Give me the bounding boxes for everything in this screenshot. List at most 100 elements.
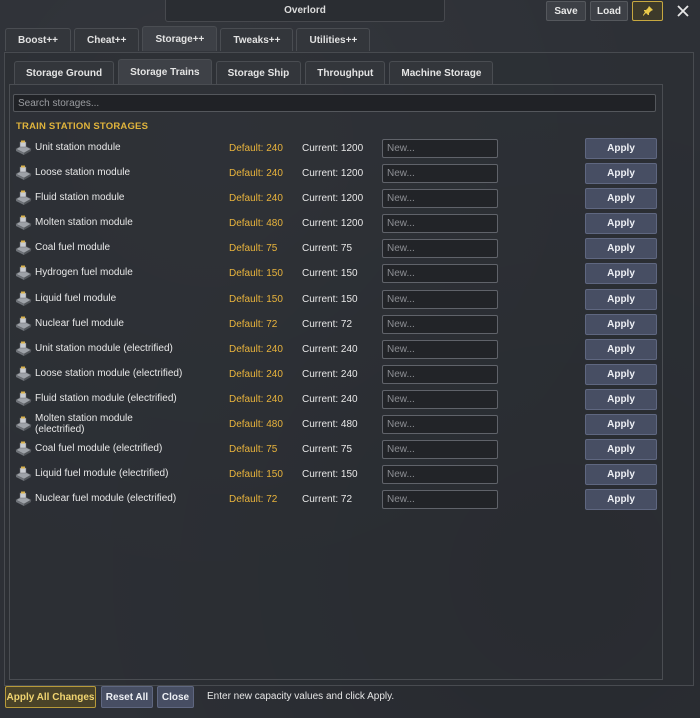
apply-button[interactable]: Apply (585, 163, 657, 185)
tab-cheat[interactable]: Cheat++ (74, 28, 140, 51)
storage-name: Nuclear fuel module (electrified) (35, 493, 177, 505)
default-value: Default: 150 (229, 293, 283, 305)
storage-module-icon (15, 366, 32, 382)
storage-name: Loose station module (electrified) (35, 367, 183, 379)
sub-tabs: Storage Ground Storage Trains Storage Sh… (14, 59, 494, 84)
current-value: Current: 150 (302, 469, 358, 481)
apply-button[interactable]: Apply (585, 338, 657, 360)
current-value: Current: 75 (302, 243, 353, 255)
pin-icon (642, 6, 653, 16)
apply-button[interactable]: Apply (585, 263, 657, 285)
apply-button[interactable]: Apply (585, 489, 657, 511)
apply-button[interactable]: Apply (585, 288, 657, 310)
storage-name: Unit station module (35, 142, 121, 153)
table-row: Fluid station module Default: 240 Current:… (13, 186, 659, 211)
reset-all-button[interactable]: Reset All (101, 686, 153, 708)
new-capacity-input[interactable] (382, 415, 498, 435)
new-capacity-input[interactable] (382, 239, 498, 259)
storage-module-icon (15, 165, 32, 181)
tab-storage-ship[interactable]: Storage Ship (215, 61, 302, 84)
current-value: Current: 480 (302, 419, 358, 431)
table-row: Hydrogen fuel module Default: 150 Current:… (13, 261, 659, 286)
apply-button[interactable]: Apply (585, 313, 657, 335)
new-capacity-input[interactable] (382, 364, 498, 384)
apply-button[interactable]: Apply (585, 439, 657, 461)
default-value: Default: 240 (229, 193, 283, 205)
table-row: Coal fuel module (electrified) Default: 7… (13, 437, 659, 462)
current-value: Current: 75 (302, 444, 353, 456)
save-button[interactable]: Save (546, 1, 586, 21)
default-value: Default: 72 (229, 318, 278, 330)
tab-throughput[interactable]: Throughput (305, 61, 386, 84)
storage-module-icon (15, 491, 32, 507)
search-input[interactable] (13, 94, 656, 112)
current-value: Current: 240 (302, 343, 358, 355)
new-capacity-input[interactable] (382, 289, 498, 309)
storage-module-icon (15, 215, 32, 231)
close-button[interactable]: Close (157, 686, 194, 708)
apply-all-button[interactable]: Apply All Changes (5, 686, 96, 708)
tab-tweaks[interactable]: Tweaks++ (220, 28, 294, 51)
current-value: Current: 150 (302, 293, 358, 305)
table-row: Molten station module (electrified) Defau… (13, 412, 659, 437)
storage-module-icon (15, 341, 32, 357)
apply-button[interactable]: Apply (585, 464, 657, 486)
storage-name: Coal fuel module (electrified) (35, 443, 163, 455)
table-row: Fluid station module (electrified) Defaul… (13, 387, 659, 412)
apply-button[interactable]: Apply (585, 363, 657, 385)
storage-module-icon (15, 140, 32, 156)
storage-name: Molten station module (35, 217, 133, 229)
storage-module-icon (15, 265, 32, 281)
storage-module-icon (15, 316, 32, 332)
apply-button[interactable]: Apply (585, 414, 657, 436)
load-button[interactable]: Load (590, 1, 628, 21)
storage-name: Unit station module (electrified) (35, 342, 173, 354)
tab-storage-ground[interactable]: Storage Ground (14, 61, 115, 84)
storage-module-icon (15, 441, 32, 457)
new-capacity-input[interactable] (382, 440, 498, 460)
new-capacity-input[interactable] (382, 490, 498, 510)
storage-module-icon (15, 391, 32, 407)
new-capacity-input[interactable] (382, 339, 498, 359)
current-value: Current: 240 (302, 393, 358, 405)
tab-storage[interactable]: Storage++ (142, 26, 218, 51)
table-row: Liquid fuel module (electrified) Default:… (13, 462, 659, 487)
new-capacity-input[interactable] (382, 389, 498, 409)
new-capacity-input[interactable] (382, 314, 498, 334)
new-capacity-input[interactable] (382, 139, 498, 158)
close-window-button[interactable] (672, 0, 694, 22)
storage-name: Liquid fuel module (35, 292, 117, 304)
new-capacity-input[interactable] (382, 465, 498, 485)
tab-utilities[interactable]: Utilities++ (296, 28, 371, 51)
new-capacity-input[interactable] (382, 164, 498, 184)
default-value: Default: 480 (229, 419, 283, 431)
default-value: Default: 150 (229, 268, 283, 280)
table-row: Nuclear fuel module (electrified) Default… (13, 487, 659, 512)
storage-module-icon (15, 240, 32, 256)
storage-name: Coal fuel module (35, 242, 111, 254)
new-capacity-input[interactable] (382, 189, 498, 209)
tab-storage-trains[interactable]: Storage Trains (118, 59, 212, 84)
apply-button[interactable]: Apply (585, 188, 657, 210)
default-value: Default: 75 (229, 243, 278, 255)
close-icon (677, 5, 689, 17)
apply-button[interactable]: Apply (585, 238, 657, 260)
apply-button[interactable]: Apply (585, 138, 657, 159)
storage-module-icon (15, 416, 32, 432)
pin-button[interactable] (632, 1, 663, 21)
table-row: Loose station module (electrified) Defaul… (13, 362, 659, 387)
apply-button[interactable]: Apply (585, 388, 657, 410)
table-row: Molten station module Default: 480 Current… (13, 211, 659, 236)
table-row: Unit station module (electrified) Default… (13, 337, 659, 362)
new-capacity-input[interactable] (382, 214, 498, 234)
storage-module-icon (15, 466, 32, 482)
storage-name: Liquid fuel module (electrified) (35, 468, 169, 480)
apply-button[interactable]: Apply (585, 213, 657, 235)
new-capacity-input[interactable] (382, 264, 498, 284)
tab-machine-storage[interactable]: Machine Storage (389, 61, 494, 84)
tab-boost[interactable]: Boost++ (5, 28, 72, 51)
storage-name: Hydrogen fuel module (35, 267, 133, 279)
storage-module-icon (15, 291, 32, 307)
hint-text: Enter new capacity values and click Appl… (207, 691, 395, 702)
table-row: Liquid fuel module Default: 150 Current: 1… (13, 287, 659, 312)
